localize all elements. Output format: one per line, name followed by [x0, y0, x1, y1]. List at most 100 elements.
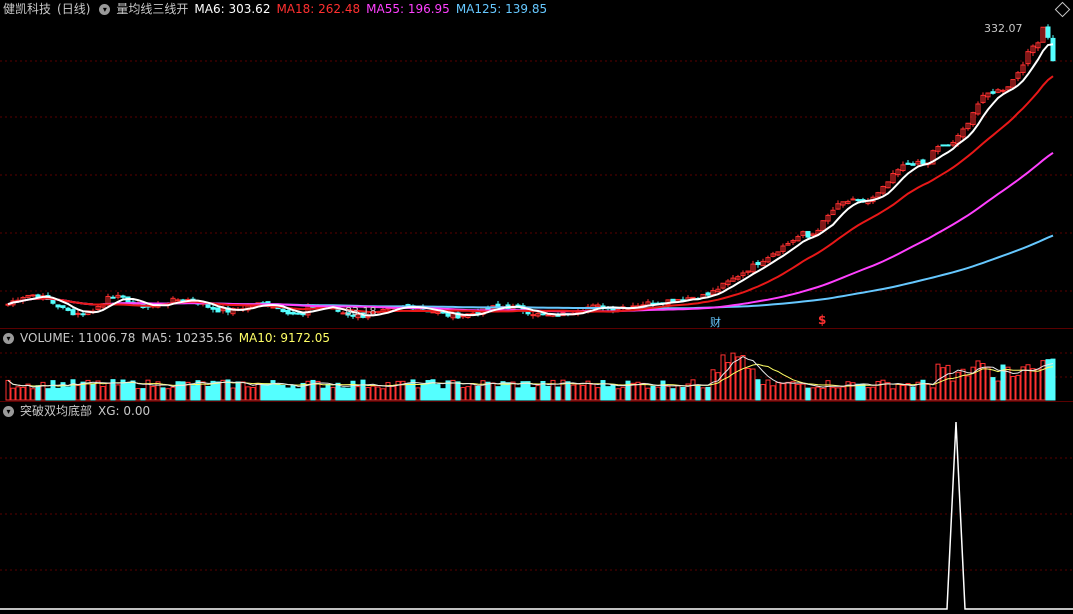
volume-bar — [90, 383, 96, 401]
volume-bar — [810, 387, 816, 401]
volume-bar — [615, 388, 621, 401]
volume-bar — [890, 388, 896, 401]
candle-body — [990, 91, 996, 94]
volume-bar — [455, 381, 461, 401]
candle-body — [430, 311, 436, 314]
volume-bar — [175, 381, 181, 401]
candle-body — [30, 294, 36, 297]
volume-bar — [320, 387, 326, 401]
volume-bar — [340, 387, 346, 401]
volume-bar — [575, 383, 581, 401]
volume-bar — [650, 385, 656, 401]
candle-body — [940, 144, 946, 147]
volume-bar — [640, 382, 646, 401]
volume-bar — [665, 385, 671, 401]
volume-bar — [670, 388, 676, 401]
volume-bar — [740, 355, 746, 401]
volume-bar — [950, 380, 956, 401]
volume-bar — [345, 387, 351, 401]
volume-bar — [150, 386, 156, 401]
candle-body — [545, 314, 551, 317]
volume-bar — [840, 386, 846, 401]
volume-bar — [475, 385, 481, 401]
volume-bar — [680, 387, 686, 401]
volume-bar — [275, 384, 281, 401]
vol-ma10-line — [7, 363, 1054, 387]
volume-bar — [470, 383, 476, 401]
volume-bar — [905, 383, 911, 401]
volume-bar — [620, 386, 626, 401]
volume-bar — [265, 383, 271, 401]
candle-body — [495, 303, 501, 307]
volume-bar — [230, 387, 236, 401]
volume-bar — [115, 384, 121, 401]
volume-bar — [885, 382, 891, 401]
candle-body — [805, 231, 811, 238]
volume-bar — [325, 384, 331, 401]
signal-panel: ▾ 突破双均底部 XG: 0.00 — [0, 402, 1073, 614]
candle-body — [905, 162, 911, 165]
volume-bar — [250, 386, 256, 401]
volume-bar — [140, 388, 146, 401]
candle-body — [65, 307, 71, 311]
volume-bar — [365, 386, 371, 401]
signal-chart[interactable] — [0, 402, 1073, 614]
volume-bar — [595, 387, 601, 401]
low-label: 83.18 — [345, 305, 377, 318]
volume-bar — [205, 385, 211, 401]
volume-bar — [380, 388, 386, 401]
volume-bar — [1035, 368, 1041, 401]
volume-bar — [5, 379, 11, 401]
volume-bar — [525, 381, 531, 401]
volume-bar — [790, 381, 796, 401]
volume-bar — [825, 380, 831, 401]
volume-bar — [865, 387, 871, 401]
volume-bar — [15, 386, 21, 401]
volume-bar — [375, 386, 381, 401]
volume-bar — [775, 381, 781, 401]
candle-body — [530, 314, 536, 317]
volume-bar — [1050, 358, 1056, 401]
ma18-line — [7, 75, 1054, 314]
volume-bar — [420, 383, 426, 401]
candle-body — [175, 299, 181, 302]
volume-bar — [990, 377, 996, 401]
volume-bar — [895, 383, 901, 401]
volume-bar — [765, 379, 771, 401]
volume-bar — [800, 383, 806, 401]
volume-bar — [495, 386, 501, 401]
event-dollar-icon[interactable]: $ — [818, 313, 826, 327]
volume-bar — [835, 387, 841, 401]
volume-bar — [285, 387, 291, 401]
volume-bar — [220, 379, 226, 401]
volume-bar — [985, 366, 991, 401]
volume-bar — [515, 387, 521, 401]
xg-signal-line — [0, 421, 1073, 610]
candle-body — [80, 313, 86, 316]
volume-bar — [785, 381, 791, 401]
volume-bar — [555, 386, 561, 401]
ma6-line — [7, 43, 1054, 317]
candle-body — [630, 305, 636, 308]
volume-bar — [180, 381, 186, 401]
volume-bar — [965, 375, 971, 401]
volume-bar — [20, 386, 26, 401]
volume-bar — [610, 383, 616, 401]
volume-bar — [880, 379, 886, 401]
volume-bar — [925, 383, 931, 401]
candle-body — [850, 198, 856, 201]
volume-bar — [975, 360, 981, 401]
candle-body — [75, 312, 81, 315]
volume-bar — [215, 381, 221, 401]
volume-bar — [545, 385, 551, 401]
candle-body — [280, 308, 286, 313]
volume-bar — [1045, 359, 1051, 401]
volume-bar — [190, 385, 196, 401]
candle-body — [705, 292, 711, 296]
candle-body — [205, 304, 211, 308]
volume-bar — [700, 387, 706, 401]
candle-body — [215, 307, 221, 313]
volume-bar — [255, 382, 261, 401]
price-chart[interactable] — [0, 0, 1073, 328]
volume-chart[interactable] — [0, 329, 1073, 401]
